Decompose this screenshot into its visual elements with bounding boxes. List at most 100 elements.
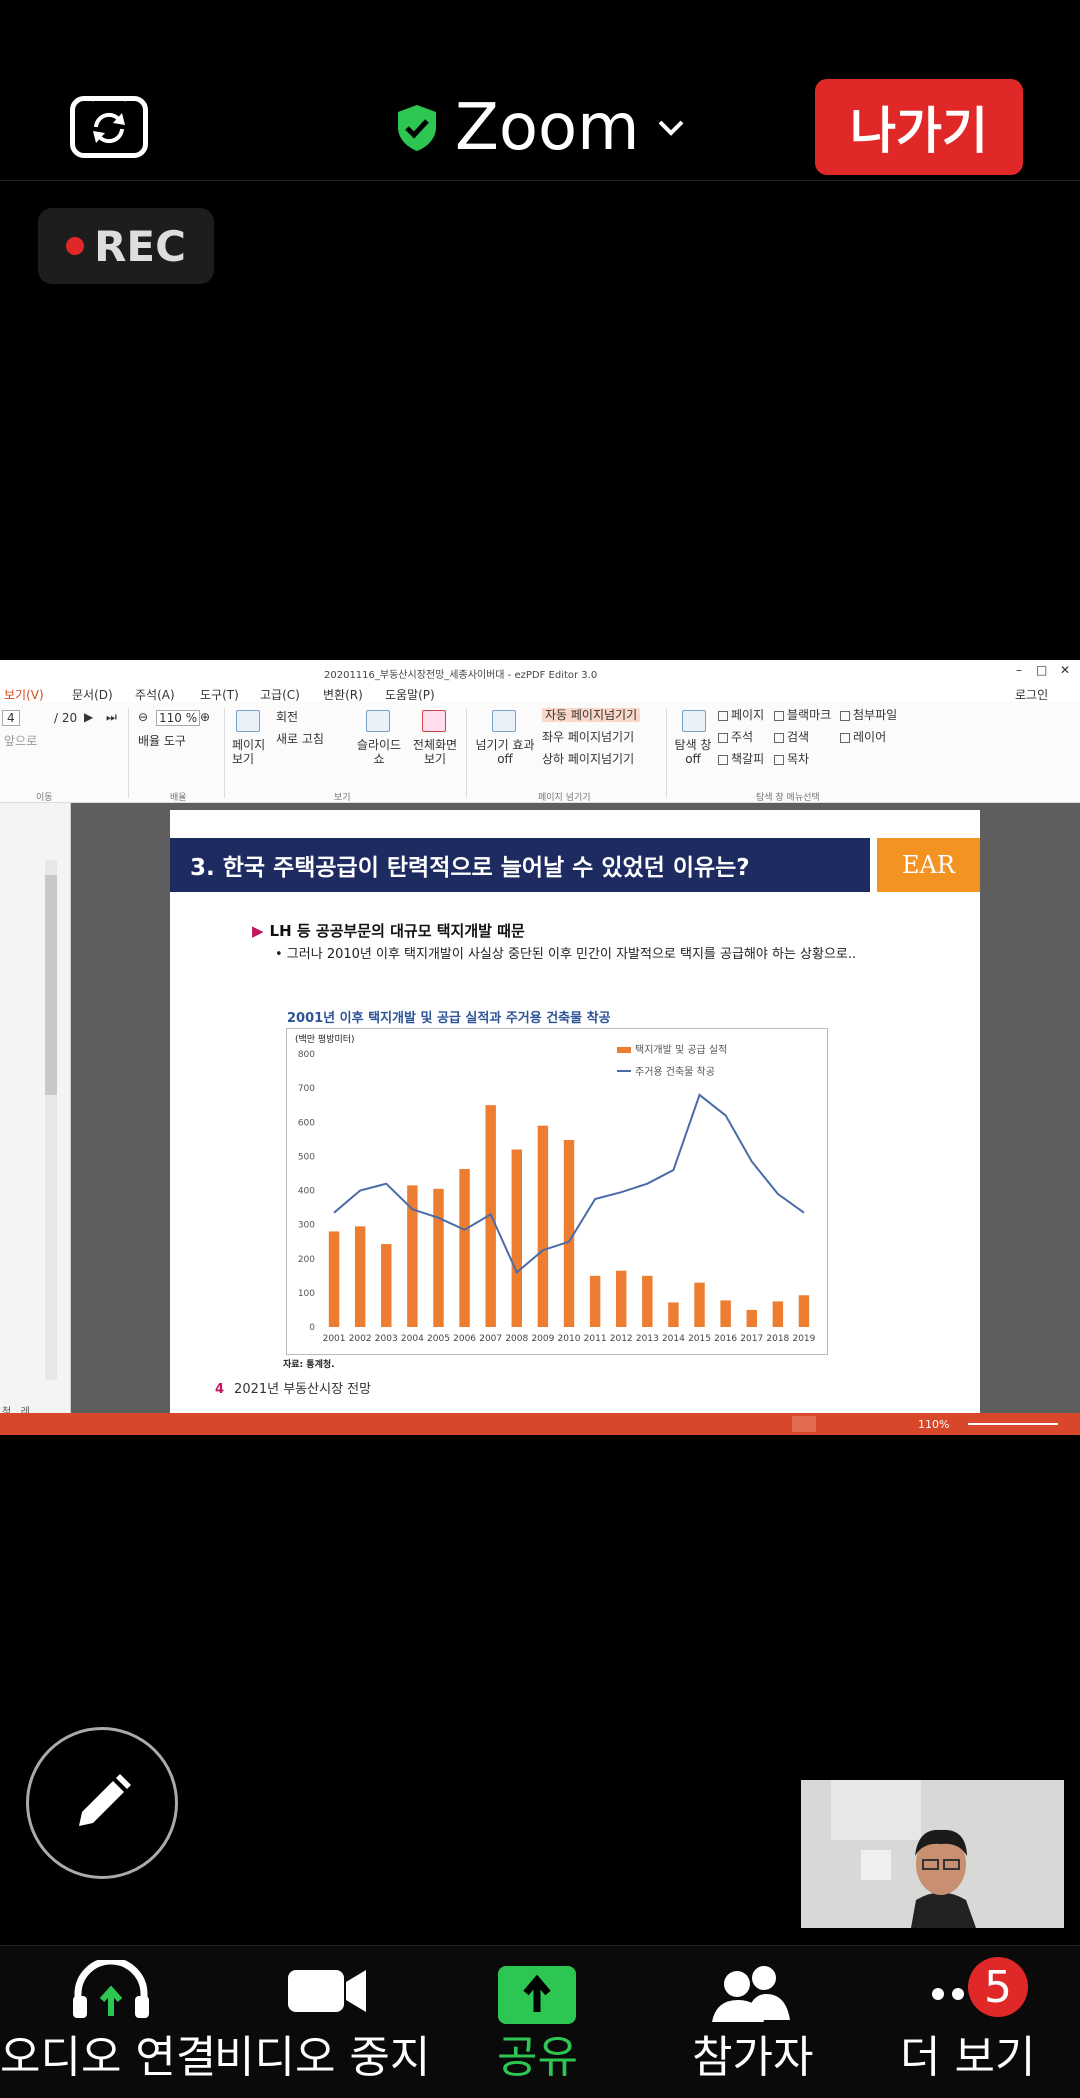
cb-annotation[interactable]: 주석 bbox=[718, 730, 753, 744]
cb-thumbnail[interactable]: 책갈피 bbox=[718, 752, 764, 766]
bullet-triangle-icon: ▶ bbox=[252, 922, 264, 940]
page-view-button[interactable]: 페이지 보기 bbox=[232, 738, 266, 766]
participant-video bbox=[801, 1780, 1064, 1928]
scrollbar-thumb[interactable] bbox=[45, 875, 57, 1095]
legend-swatch-bar bbox=[617, 1047, 631, 1053]
close-icon[interactable]: ✕ bbox=[1060, 663, 1070, 677]
video-button[interactable]: 비디오 중지 bbox=[214, 1946, 440, 2098]
zoom-input[interactable]: 110 % bbox=[156, 710, 201, 726]
ribbon-divider bbox=[666, 708, 667, 798]
login-link[interactable]: 로그인 bbox=[1015, 686, 1048, 703]
record-dot-icon bbox=[66, 237, 85, 255]
participants-button[interactable]: 참가자 bbox=[650, 1946, 850, 2098]
slideshow-button[interactable]: 슬라이드 쇼 bbox=[354, 738, 404, 766]
y-tick-label: 100 bbox=[298, 1289, 315, 1299]
audio-button[interactable]: 오디오 연결 bbox=[0, 1946, 220, 2098]
legend-label: 택지개발 및 공급 실적 bbox=[635, 1044, 727, 1056]
shared-screen[interactable]: 20201116_부동산시장전망_세종사이버대 - ezPDF Editor 3… bbox=[0, 660, 1080, 1435]
recording-indicator: REC bbox=[38, 208, 214, 284]
bar bbox=[381, 1244, 392, 1327]
y-tick-label: 200 bbox=[298, 1255, 315, 1265]
cb-attachment[interactable]: 첨부파일 bbox=[840, 708, 897, 722]
menu-annotation[interactable]: 주석(A) bbox=[135, 686, 175, 703]
group-nav-label: 탐색 창 메뉴선택 bbox=[756, 793, 820, 803]
menu-advanced[interactable]: 고급(C) bbox=[260, 686, 300, 703]
x-tick-label: 2003 bbox=[375, 1334, 398, 1344]
leave-button[interactable]: 나가기 bbox=[815, 79, 1023, 175]
window-title: 20201116_부동산시장전망_세종사이버대 - ezPDF Editor 3… bbox=[324, 670, 598, 681]
cb-layer[interactable]: 레이어 bbox=[840, 730, 886, 744]
chart-title: 2001년 이후 택지개발 및 공급 실적과 주거용 건축물 착공 bbox=[287, 1011, 611, 1026]
slide-heading: 3. 한국 주택공급이 탄력적으로 늘어날 수 있었던 이유는? bbox=[170, 838, 870, 892]
minimize-icon[interactable]: – bbox=[1016, 663, 1022, 677]
menu-tools[interactable]: 도구(T) bbox=[200, 686, 239, 703]
bar bbox=[511, 1149, 523, 1327]
fullscreen-icon[interactable] bbox=[422, 710, 446, 732]
menu-help[interactable]: 도움말(P) bbox=[385, 686, 435, 703]
page-number-input[interactable]: 4 bbox=[2, 710, 20, 726]
menu-document[interactable]: 문서(D) bbox=[72, 686, 113, 703]
bar bbox=[694, 1282, 705, 1327]
x-tick-label: 2017 bbox=[740, 1334, 763, 1344]
share-label: 공유 bbox=[497, 2032, 578, 2083]
turn-effect-icon[interactable] bbox=[492, 710, 516, 732]
nav-pane-button[interactable]: 탐색 창 off bbox=[672, 738, 714, 766]
bar bbox=[459, 1169, 470, 1327]
fullscreen-button[interactable]: 전체화면 보기 bbox=[410, 738, 460, 766]
bar bbox=[720, 1300, 731, 1327]
rotate-button[interactable]: 회전 bbox=[276, 710, 298, 724]
page-view-icon[interactable] bbox=[236, 710, 260, 732]
annotate-button[interactable] bbox=[26, 1727, 178, 1879]
page-number: 4 bbox=[215, 1382, 225, 1397]
x-tick-label: 2008 bbox=[505, 1334, 528, 1344]
meeting-title[interactable]: Zoom bbox=[395, 91, 686, 165]
view-continuous-icon[interactable] bbox=[852, 1416, 876, 1432]
x-tick-label: 2005 bbox=[427, 1334, 450, 1344]
menu-convert[interactable]: 변환(R) bbox=[323, 686, 363, 703]
cb-bookmark[interactable]: 블랙마크 bbox=[774, 708, 831, 722]
zoom-out-icon[interactable]: ⊖ bbox=[138, 710, 148, 724]
more-button[interactable]: 더 보기 bbox=[860, 1946, 1080, 2098]
bar bbox=[537, 1125, 549, 1327]
camera-rotate-icon bbox=[92, 101, 126, 144]
group-scale-label: 배율 bbox=[170, 793, 187, 803]
pencil-icon bbox=[79, 1774, 131, 1826]
zoom-in-icon[interactable]: ⊕ bbox=[200, 710, 210, 724]
navigation-sidebar[interactable]: 첨.. 레.. bbox=[0, 803, 71, 1418]
x-tick-label: 2014 bbox=[662, 1334, 685, 1344]
self-video-thumbnail[interactable] bbox=[801, 1780, 1064, 1928]
more-dots-icon bbox=[932, 1988, 964, 2000]
view-single-icon[interactable] bbox=[792, 1416, 816, 1432]
refresh-button[interactable]: 새로 고침 bbox=[276, 732, 324, 746]
view-double-icon[interactable] bbox=[822, 1416, 846, 1432]
nav-pane-icon[interactable] bbox=[682, 710, 706, 732]
cb-search[interactable]: 검색 bbox=[774, 730, 809, 744]
view-grid-icon[interactable] bbox=[882, 1416, 906, 1432]
ribbon-divider bbox=[224, 708, 225, 798]
zoom-slider[interactable] bbox=[968, 1423, 1058, 1425]
auto-turn-button[interactable]: 자동 페이지넘기기 bbox=[542, 708, 641, 722]
status-bar: 110% bbox=[0, 1413, 1080, 1435]
pdf-page: 3. 한국 주택공급이 탄력적으로 늘어날 수 있었던 이유는? EAR ▶ LH… bbox=[170, 810, 980, 1413]
bar bbox=[798, 1295, 810, 1327]
share-button[interactable]: 공유 bbox=[440, 1946, 640, 2098]
slideshow-icon[interactable] bbox=[366, 710, 390, 732]
cb-toc[interactable]: 목차 bbox=[774, 752, 809, 766]
top-divider bbox=[0, 180, 1080, 181]
ud-turn-button[interactable]: 상하 페이지넘기기 bbox=[542, 752, 634, 766]
turn-effect-button[interactable]: 넘기기 효과 off bbox=[470, 738, 540, 766]
next-page-icon[interactable]: ▶ bbox=[84, 710, 93, 724]
participants-label: 참가자 bbox=[692, 2032, 814, 2083]
y-tick-label: 300 bbox=[298, 1221, 315, 1231]
scale-tool-button[interactable]: 배율 도구 bbox=[138, 734, 186, 748]
last-page-icon[interactable]: ⏭ bbox=[106, 710, 117, 724]
chart-svg: (백만 평방미터)01002003004005006007008002001 20… bbox=[295, 1034, 816, 1344]
switch-camera-button[interactable] bbox=[70, 96, 148, 158]
x-tick-label: 2009 bbox=[531, 1334, 554, 1344]
maximize-icon[interactable]: □ bbox=[1036, 663, 1047, 677]
audio-label: 오디오 연결 bbox=[0, 2032, 217, 2083]
forward-label[interactable]: 앞으로 bbox=[4, 734, 37, 748]
cb-page[interactable]: 페이지 bbox=[718, 708, 764, 722]
lr-turn-button[interactable]: 좌우 페이지넘기기 bbox=[542, 730, 634, 744]
y-tick-label: 0 bbox=[309, 1323, 315, 1333]
